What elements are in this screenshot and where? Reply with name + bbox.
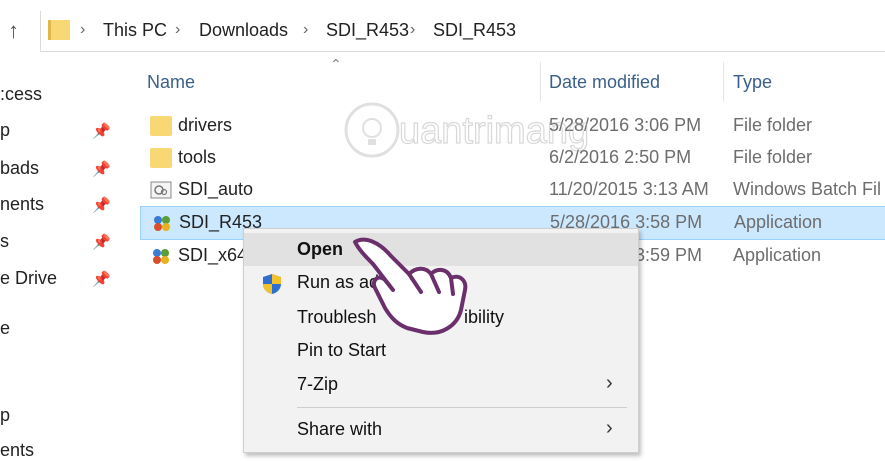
sort-ascending-icon: ⌃ xyxy=(330,56,342,72)
breadcrumb-downloads[interactable]: Downloads xyxy=(199,20,288,41)
sidebar-item[interactable]: p xyxy=(0,405,10,426)
chevron-right-icon: › xyxy=(606,372,613,394)
folder-icon xyxy=(48,20,70,40)
chevron-right-icon[interactable]: › xyxy=(80,21,85,39)
column-header-type[interactable]: Type xyxy=(733,72,772,93)
pin-icon: 📌 xyxy=(92,197,111,214)
breadcrumb-sdi-r453-current[interactable]: SDI_R453 xyxy=(433,20,516,41)
file-type: Application xyxy=(734,212,823,232)
file-type: Windows Batch Fil xyxy=(733,179,882,199)
chevron-right-icon[interactable]: › xyxy=(175,21,180,39)
chevron-right-icon[interactable]: › xyxy=(303,21,308,39)
column-header-date[interactable]: Date modified xyxy=(549,72,660,93)
menu-separator xyxy=(297,407,627,408)
file-type: Application xyxy=(733,245,822,265)
pin-icon: 📌 xyxy=(92,123,111,140)
column-header-name[interactable]: Name xyxy=(147,72,195,93)
folder-icon xyxy=(150,116,172,136)
sidebar-item[interactable]: e Drive xyxy=(0,268,57,289)
breadcrumb-sdi-r453[interactable]: SDI_R453 xyxy=(326,20,409,41)
pin-icon: 📌 xyxy=(92,271,111,288)
breadcrumb-this-pc[interactable]: This PC xyxy=(103,20,167,41)
up-arrow-icon[interactable]: ↑ xyxy=(8,18,19,44)
sidebar-item[interactable]: p xyxy=(0,120,10,141)
watermark-text: uantrimang xyxy=(399,110,589,152)
pin-icon: 📌 xyxy=(92,234,111,251)
uac-shield-icon xyxy=(263,274,281,294)
sidebar-item[interactable]: :cess xyxy=(0,84,42,105)
column-divider[interactable] xyxy=(723,62,724,102)
file-name: drivers xyxy=(178,115,233,135)
menu-item-label: Share with xyxy=(297,419,383,439)
menu-item-label: 7-Zip xyxy=(297,374,339,394)
sidebar-item[interactable]: e xyxy=(0,318,10,339)
pointing-hand-icon xyxy=(353,237,468,335)
file-type: File folder xyxy=(733,115,813,135)
file-name: tools xyxy=(178,147,217,167)
menu-item-label: Open xyxy=(297,239,344,259)
file-date: 11/20/2015 3:13 AM xyxy=(549,179,709,199)
batch-file-icon xyxy=(150,181,172,199)
pin-icon: 📌 xyxy=(92,161,111,178)
sidebar-item[interactable]: nents xyxy=(0,194,44,215)
file-name: SDI_auto xyxy=(178,179,254,199)
sidebar-item[interactable]: s xyxy=(0,231,9,252)
menu-item-7zip[interactable]: 7-Zip › xyxy=(244,368,638,401)
navigation-pane: :cess p 📌 bads 📌 nents 📌 s 📌 e Drive 📌 e… xyxy=(0,58,120,460)
chevron-right-icon[interactable]: › xyxy=(410,21,415,39)
app-icon xyxy=(154,216,170,231)
app-icon xyxy=(153,249,169,264)
watermark-logo: uantrimang xyxy=(344,102,590,158)
menu-item-share-with[interactable]: Share with › xyxy=(244,413,638,446)
file-date: 3:59 PM xyxy=(635,245,703,265)
file-type: File folder xyxy=(733,147,813,167)
file-row[interactable]: SDI_auto 11/20/2015 3:13 AM Windows Batc… xyxy=(140,174,885,206)
folder-icon xyxy=(150,148,172,168)
address-bar-area: ↑ › This PC › Downloads › SDI_R453 › SDI… xyxy=(0,0,885,58)
chevron-right-icon: › xyxy=(606,417,613,439)
sidebar-item[interactable]: bads xyxy=(0,158,39,179)
